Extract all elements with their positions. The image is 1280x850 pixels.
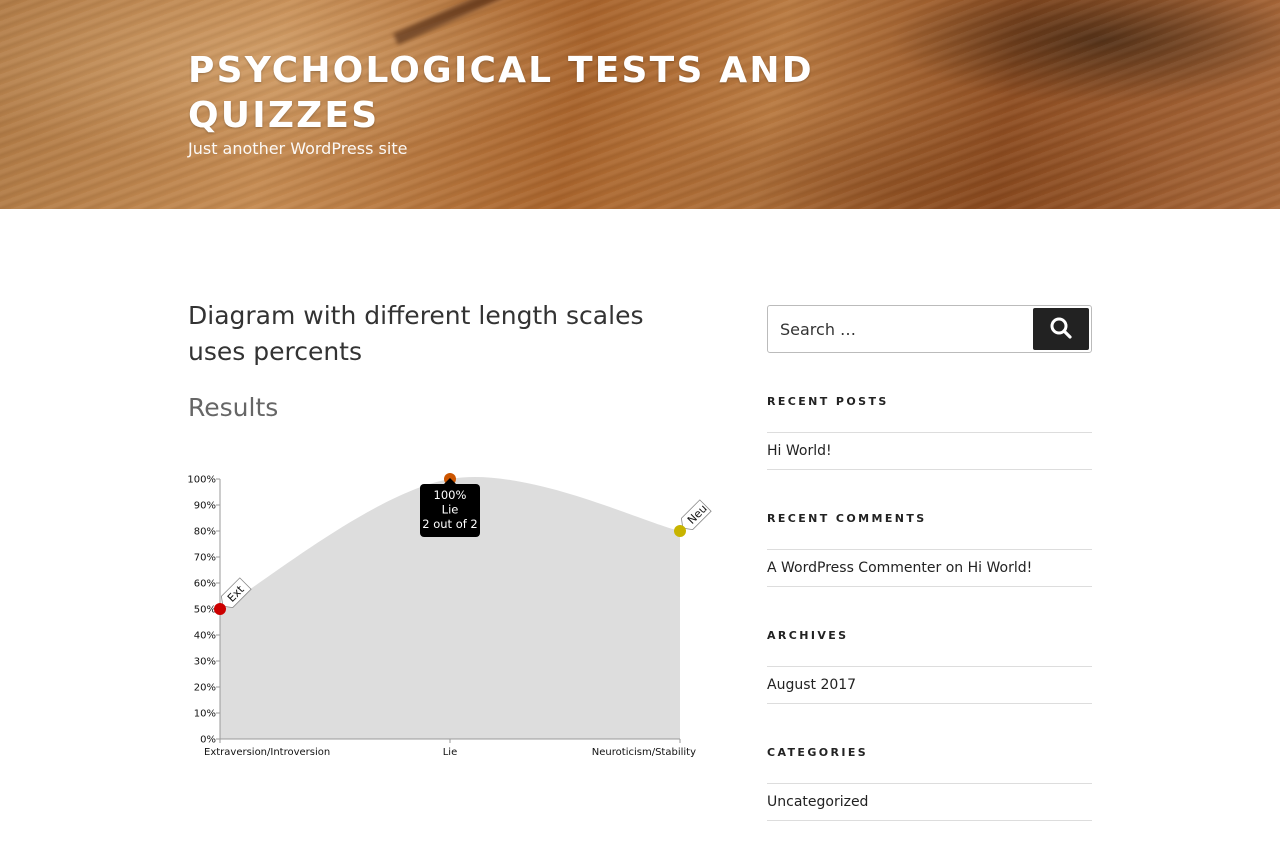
comment-connector: on [945, 560, 964, 576]
search-input[interactable] [768, 306, 1018, 352]
y-tick-label: 80% [194, 527, 216, 538]
archives-list: August 2017 [767, 666, 1092, 704]
site-header: PSYCHOLOGICAL TESTS AND QUIZZES Just ano… [0, 0, 1280, 209]
site-title[interactable]: PSYCHOLOGICAL TESTS AND QUIZZES [188, 48, 888, 138]
category-link[interactable]: Uncategorized [767, 794, 868, 810]
search-icon [1050, 317, 1072, 339]
categories-title: CATEGORIES [767, 746, 869, 759]
categories-list: Uncategorized [767, 783, 1092, 821]
search-button[interactable] [1033, 308, 1089, 350]
results-heading: Results [188, 393, 279, 422]
tooltip-line: 100% [434, 488, 467, 502]
list-item: Uncategorized [767, 784, 1092, 820]
results-chart: 0% 10% 20% 30% 40% 50% 60% 70% 80% 90% 100% Extrav… [187, 473, 712, 758]
recent-post-link[interactable]: Hi World! [767, 443, 832, 459]
chart-tooltip: 100%Lie2 out of 2 [420, 478, 480, 537]
list-item: August 2017 [767, 667, 1092, 703]
search-form [767, 305, 1092, 353]
recent-comments-title: RECENT COMMENTS [767, 512, 927, 525]
y-tick-label: 30% [194, 657, 216, 668]
x-axis: Extraversion/Introversion Lie Neuroticism/… [204, 738, 696, 758]
tooltip-line: Lie [442, 503, 459, 517]
y-tick-label: 70% [194, 553, 216, 564]
x-tick-label: Neuroticism/Stability [592, 747, 696, 758]
archives-title: ARCHIVES [767, 629, 849, 642]
post-title: Diagram with different length scales use… [188, 301, 644, 366]
list-item: Hi World! [767, 433, 1092, 469]
y-tick-label: 90% [194, 501, 216, 512]
y-tick-label: 50% [194, 605, 216, 616]
recent-posts-title: RECENT POSTS [767, 395, 889, 408]
y-tick-label: 10% [194, 709, 216, 720]
archive-link[interactable]: August 2017 [767, 677, 856, 693]
comment-post-link[interactable]: Hi World! [968, 560, 1033, 576]
comment-author-link[interactable]: A WordPress Commenter [767, 560, 941, 576]
y-tick-label: 40% [194, 631, 216, 642]
data-point [674, 525, 686, 537]
recent-posts-list: Hi World! [767, 432, 1092, 470]
x-tick-label: Extraversion/Introversion [204, 747, 330, 758]
site-description: Just another WordPress site [188, 139, 408, 158]
y-tick-label: 60% [194, 579, 216, 590]
data-point [214, 603, 226, 615]
x-tick-label: Lie [443, 747, 458, 758]
recent-comments-list: A WordPress Commenter on Hi World! [767, 549, 1092, 587]
y-tick-label: 100% [187, 475, 216, 486]
tooltip-line: 2 out of 2 [422, 517, 478, 531]
y-tick-label: 20% [194, 683, 216, 694]
y-tick-label: 0% [200, 735, 216, 746]
list-item: A WordPress Commenter on Hi World! [767, 550, 1092, 586]
